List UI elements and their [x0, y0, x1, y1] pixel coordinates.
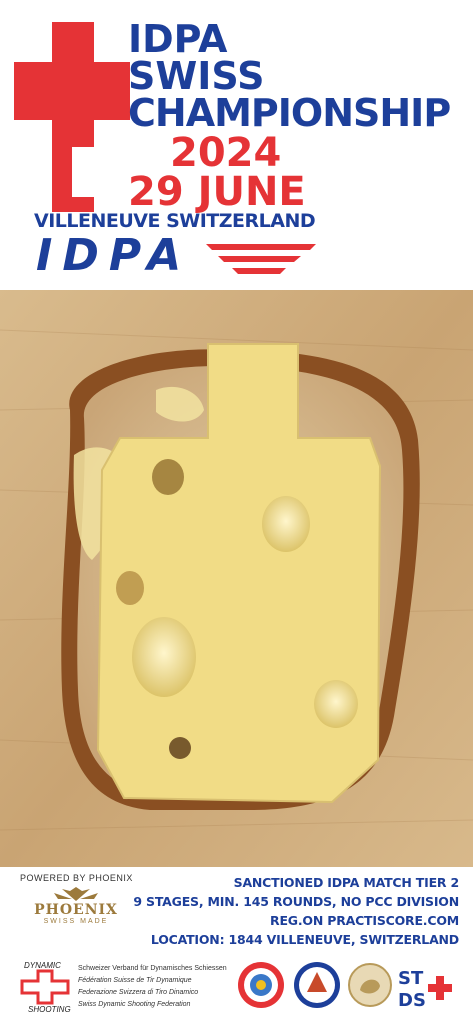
photo-illustration — [0, 290, 473, 867]
phoenix-tagline: SWISS MADE — [43, 918, 109, 925]
poster-header: IDPA SWISS CHAMPIONSHIP 2024 29 JUNE VIL… — [0, 0, 473, 290]
federation-name-it: Federazione Svizzera di Tiro Dinamico — [78, 989, 199, 996]
phoenix-logo: PHOENIX SWISS MADE — [24, 887, 128, 927]
title-idpa: IDPA — [128, 17, 228, 61]
title-championship: CHAMPIONSHIP — [128, 91, 451, 135]
federation-name-en: Swiss Dynamic Shooting Federation — [78, 1001, 191, 1008]
info-line-3: REG.ON PRACTISCORE.COM — [270, 913, 459, 928]
title-swiss: SWISS — [128, 54, 265, 98]
shooting-label: SHOOTING — [28, 1005, 71, 1014]
info-line-1: SANCTIONED IDPA MATCH TIER 2 — [233, 875, 460, 890]
info-line-2: 9 STAGES, MIN. 145 ROUNDS, NO PCC DIVISI… — [133, 894, 459, 909]
federation-name-de: Schweizer Verband für Dynamisches Schies… — [78, 965, 227, 972]
swiss-cross-logo — [14, 22, 130, 212]
phoenix-name: PHOENIX — [34, 902, 118, 918]
svg-text:ST: ST — [398, 968, 424, 989]
federation-name-fr: Fédération Suisse de Tir Dynamique — [78, 977, 192, 984]
title-year: 2024 — [170, 130, 282, 176]
dynamic-shooting-logo: DYNAMIC SHOOTING — [14, 957, 76, 1017]
idpa-logo: IDPA — [36, 234, 316, 282]
phoenix-bird-icon — [54, 887, 98, 901]
cheese-sandwich-photo — [0, 290, 473, 867]
title-date: 29 JUNE — [128, 169, 306, 215]
stds-logo-icon: ST DS — [398, 968, 452, 1010]
info-line-4: LOCATION: 1844 VILLENEUVE, SWITZERLAND — [150, 932, 459, 947]
swiss-cross-small-icon — [20, 969, 70, 1005]
idpa-logo-text: IDPA — [36, 230, 192, 281]
club-badge-2-icon — [294, 962, 340, 1008]
poster-footer: POWERED BY PHOENIX PHOENIX SWISS MADE SA… — [0, 867, 473, 1024]
title-location: VILLENEUVE SWITZERLAND — [34, 210, 316, 232]
club-badge-1-icon — [238, 962, 284, 1008]
gun-swoosh-icon — [206, 244, 316, 274]
club-badge-3-icon — [348, 963, 392, 1007]
powered-by-label: POWERED BY PHOENIX — [20, 873, 133, 883]
svg-text:DS: DS — [398, 990, 426, 1010]
